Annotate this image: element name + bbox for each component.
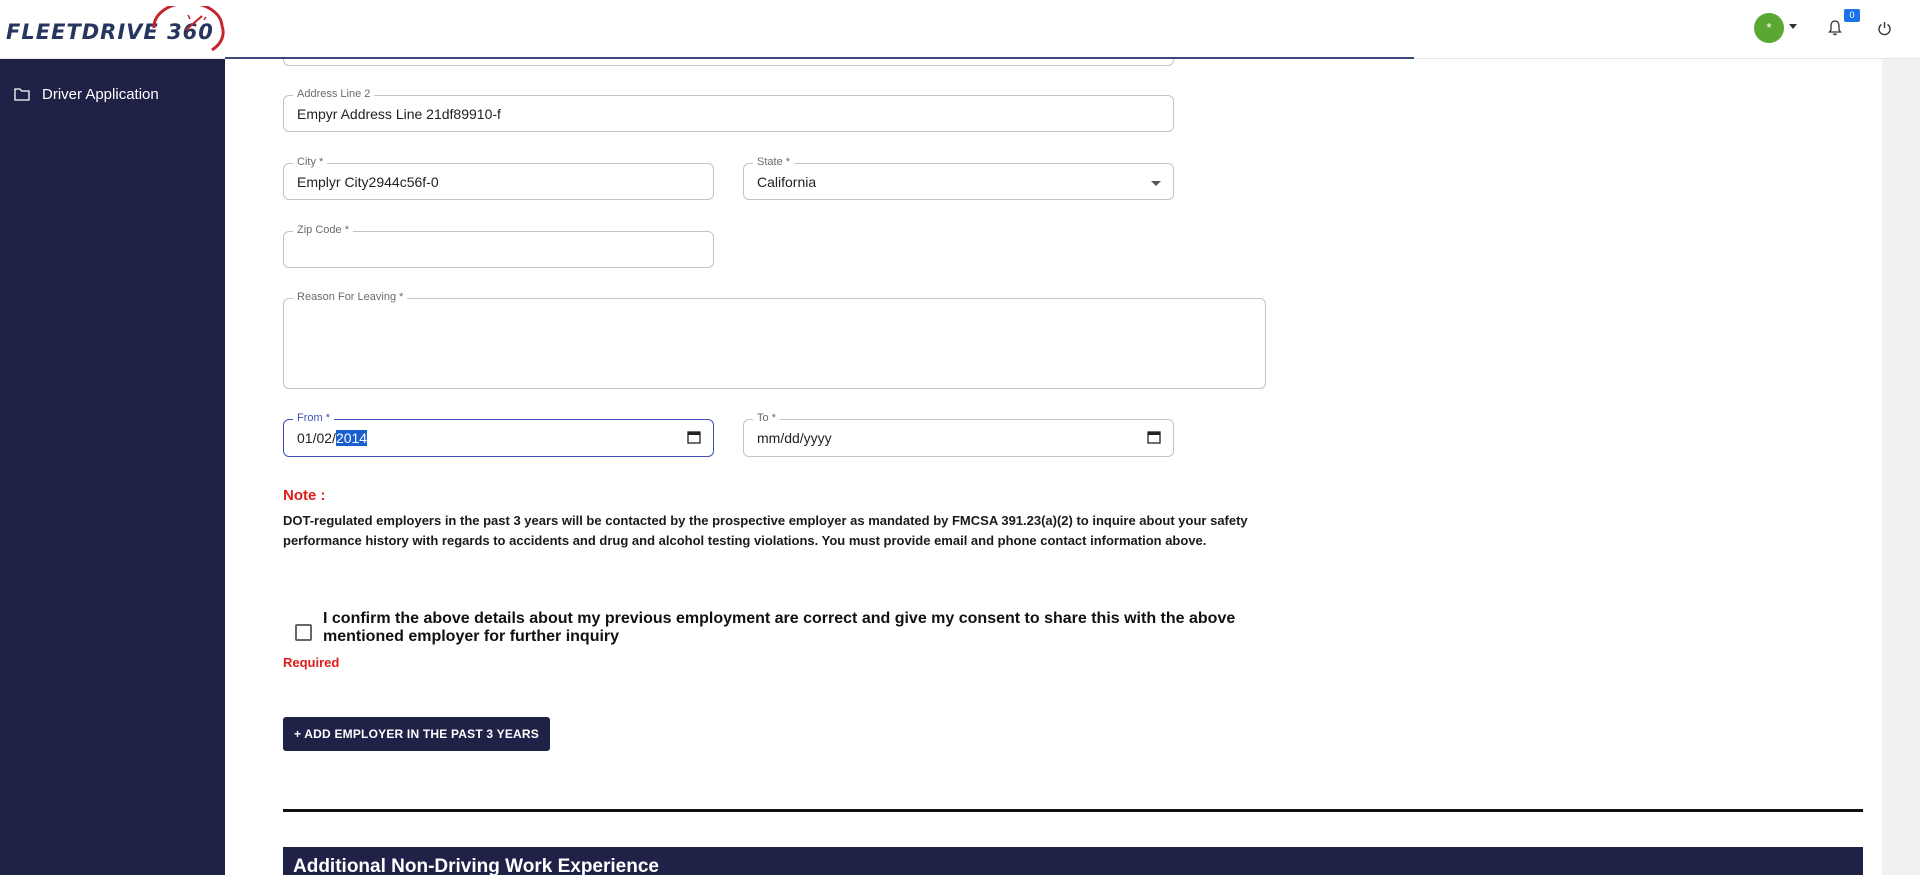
page-scrollbar[interactable] bbox=[1882, 59, 1920, 875]
field-label: From * bbox=[293, 412, 334, 424]
city-field[interactable]: City * Emplyr City2944c56f-0 bbox=[283, 156, 714, 200]
address-line-2-field[interactable]: Address Line 2 Empyr Address Line 21df89… bbox=[283, 88, 1174, 132]
date-year-selected: 2014 bbox=[335, 430, 368, 446]
fleetdrive-logo[interactable]: FLEETDRIVE 360 bbox=[6, 6, 226, 52]
sidebar-item-driver-application[interactable]: Driver Application bbox=[14, 81, 159, 107]
consent-checkbox[interactable] bbox=[295, 624, 312, 641]
field-label: State * bbox=[753, 156, 795, 168]
power-icon[interactable] bbox=[1877, 21, 1892, 36]
field-value: California bbox=[757, 174, 817, 190]
notification-count-badge: 0 bbox=[1844, 9, 1860, 22]
calendar-icon[interactable] bbox=[687, 430, 701, 444]
date-value: 01/02/2014 bbox=[297, 430, 368, 446]
section-divider bbox=[283, 809, 1863, 812]
to-date-field[interactable]: To * mm/dd/yyyy bbox=[743, 412, 1174, 457]
date-placeholder: mm/dd/yyyy bbox=[757, 430, 832, 446]
bell-icon[interactable] bbox=[1828, 20, 1842, 36]
folder-icon bbox=[14, 88, 30, 101]
note-title: Note : bbox=[283, 487, 326, 504]
chevron-down-icon[interactable] bbox=[1789, 24, 1797, 29]
field-label: City * bbox=[293, 156, 328, 168]
field-label: Reason For Leaving * bbox=[293, 291, 408, 303]
note-text: DOT-regulated employers in the past 3 ye… bbox=[283, 513, 1248, 548]
from-date-field[interactable]: From * 01/02/2014 bbox=[283, 412, 714, 457]
dropdown-arrow-icon bbox=[1151, 181, 1161, 186]
field-value: Emplyr City2944c56f-0 bbox=[297, 174, 439, 190]
page-progress-line bbox=[225, 57, 1414, 59]
speedometer-logo-icon bbox=[152, 6, 225, 52]
sidebar: Driver Application bbox=[0, 59, 225, 875]
field-label: Zip Code * bbox=[293, 224, 353, 236]
top-bar: FLEETDRIVE 360 * 0 bbox=[0, 0, 1920, 59]
user-avatar[interactable]: * bbox=[1754, 13, 1784, 43]
main-content: Address Line 2 Empyr Address Line 21df89… bbox=[225, 59, 1882, 875]
field-label: Address Line 2 bbox=[293, 88, 375, 100]
required-error: Required bbox=[283, 655, 340, 670]
field-label: To * bbox=[753, 412, 780, 424]
calendar-icon[interactable] bbox=[1147, 430, 1161, 444]
date-month: 01 bbox=[297, 430, 313, 446]
zip-code-field[interactable]: Zip Code * bbox=[283, 224, 714, 268]
consent-label: I confirm the above details about my pre… bbox=[323, 610, 1236, 645]
add-employer-button[interactable]: + ADD EMPLOYER IN THE PAST 3 YEARS bbox=[283, 717, 550, 751]
section-title: Additional Non-Driving Work Experience bbox=[293, 856, 659, 875]
state-select[interactable]: State * California bbox=[743, 156, 1174, 200]
reason-for-leaving-textarea[interactable]: Reason For Leaving * bbox=[283, 291, 1266, 389]
sidebar-item-label: Driver Application bbox=[42, 85, 159, 103]
date-day: 02 bbox=[316, 430, 333, 446]
field-value: Empyr Address Line 21df89910-f bbox=[297, 106, 501, 122]
address-line-1-field[interactable] bbox=[283, 59, 1174, 66]
section-header: Additional Non-Driving Work Experience bbox=[283, 847, 1863, 875]
